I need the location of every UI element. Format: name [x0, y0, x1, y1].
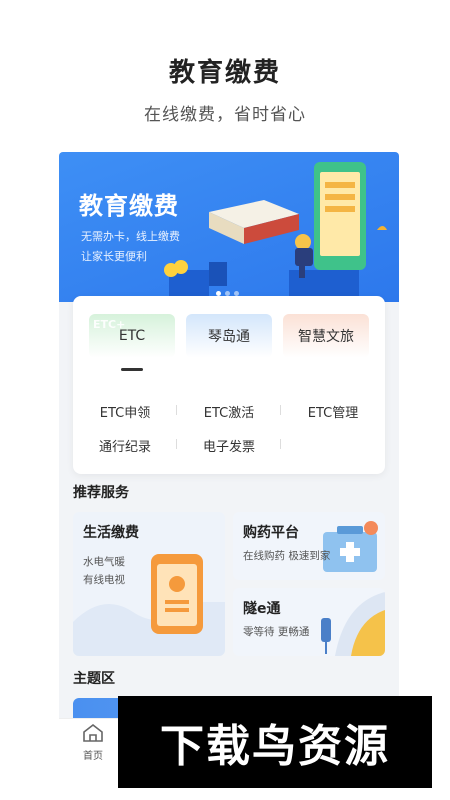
tunnel-card[interactable]: 隧e通 零等待 更畅通	[233, 588, 385, 656]
tunnel-title: 隧e通	[243, 601, 281, 617]
category-tabs: ETC+ ETC 琴岛通 智慧文旅	[89, 314, 369, 366]
grid-row: ETC申领 ETC激活 ETC管理	[73, 394, 385, 428]
life-payment-desc1: 水电气暖	[83, 556, 125, 568]
tabbar-home-label: 首页	[83, 751, 103, 762]
phone-screen: 教育缴费 无需办卡，线上缴费 让家长更便利 ETC+ ETC 琴岛通 智慧文旅 …	[59, 152, 399, 772]
section-title-theme: 主题区	[73, 671, 115, 687]
etc-activate-link[interactable]: ETC激活	[177, 402, 281, 421]
tab-etc[interactable]: ETC+ ETC	[89, 314, 175, 358]
life-payment-desc2: 有线电视	[83, 574, 125, 586]
life-payment-card[interactable]: 生活缴费 水电气暖 有线电视	[73, 512, 225, 656]
service-card: ETC+ ETC 琴岛通 智慧文旅 ETC申领 ETC激活 ETC管理 通行纪录…	[73, 296, 385, 474]
promo-subtitle: 在线缴费，省时省心	[144, 105, 306, 125]
e-invoice-link[interactable]: 电子发票	[177, 436, 281, 455]
pharmacy-card[interactable]: 购药平台 在线购药 极速到家	[233, 512, 385, 580]
home-icon	[83, 723, 103, 742]
section-title-recommend: 推荐服务	[73, 485, 129, 501]
banner-text-line1: 无需办卡，线上缴费	[81, 230, 180, 243]
etc-apply-link[interactable]: ETC申领	[73, 402, 177, 421]
watermark-overlay: 下载鸟资源	[118, 696, 432, 788]
banner[interactable]: 教育缴费 无需办卡，线上缴费 让家长更便利	[59, 152, 399, 302]
tab-label: 琴岛通	[208, 329, 250, 345]
etc-service-grid: ETC申领 ETC激活 ETC管理 通行纪录 电子发票	[73, 394, 385, 462]
traffic-records-link[interactable]: 通行纪录	[73, 436, 177, 455]
pharmacy-desc: 在线购药 极速到家	[243, 550, 331, 562]
tab-smart-tourism[interactable]: 智慧文旅	[283, 314, 369, 358]
tunnel-desc: 零等待 更畅通	[243, 626, 310, 638]
banner-title: 教育缴费	[79, 192, 179, 220]
active-tab-indicator	[121, 368, 143, 371]
banner-text-line2: 让家长更便利	[81, 250, 147, 263]
tab-label: 智慧文旅	[298, 329, 354, 345]
etc-manage-link[interactable]: ETC管理	[281, 402, 385, 421]
watermark-text: 下载鸟资源	[160, 721, 390, 772]
tab-qindaotong[interactable]: 琴岛通	[186, 314, 272, 358]
banner-illustration	[164, 162, 387, 302]
promo-title: 教育缴费	[168, 58, 281, 88]
grid-row: 通行纪录 电子发票	[73, 428, 385, 462]
tab-etc-watermark: ETC+	[93, 318, 126, 331]
tabbar-home[interactable]: 首页	[73, 723, 113, 762]
life-payment-title: 生活缴费	[83, 525, 139, 541]
pharmacy-title: 购药平台	[243, 525, 299, 541]
